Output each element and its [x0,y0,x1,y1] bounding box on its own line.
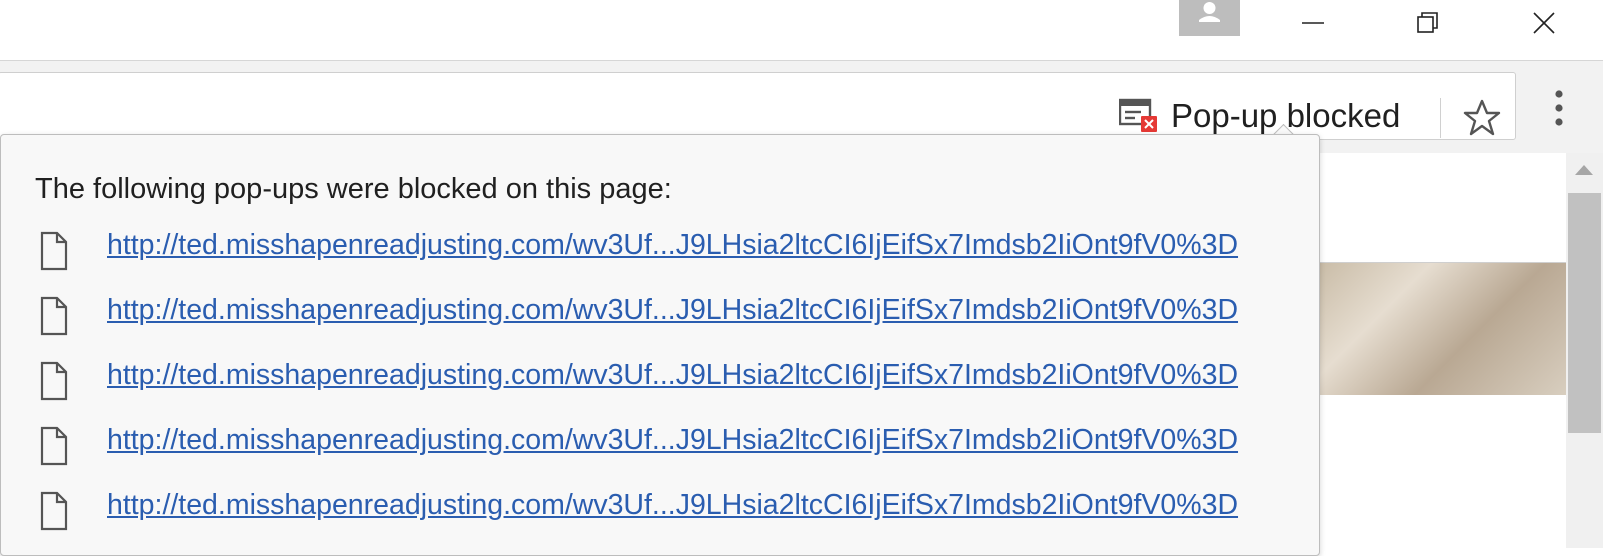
scroll-thumb[interactable] [1568,193,1601,433]
blocked-popup-link[interactable]: http://ted.misshapenreadjusting.com/wv3U… [107,229,1238,262]
document-icon [40,491,68,531]
omnibox-divider [1440,98,1441,138]
popup-blocked-chip[interactable]: Pop-up blocked [1119,97,1400,134]
blocked-popup-link[interactable]: http://ted.misshapenreadjusting.com/wv3U… [107,424,1238,457]
restore-icon [1417,12,1438,33]
list-item: http://ted.misshapenreadjusting.com/wv3U… [1,422,1319,487]
person-icon [1199,2,1220,22]
minimize-icon [1302,22,1324,24]
blocked-popup-link[interactable]: http://ted.misshapenreadjusting.com/wv3U… [107,489,1238,522]
popup-blocked-bubble: The following pop-ups were blocked on th… [0,134,1320,556]
list-item: http://ted.misshapenreadjusting.com/wv3U… [1,357,1319,422]
scroll-up-arrow-icon[interactable] [1574,163,1594,177]
restore-button[interactable] [1398,0,1458,46]
document-icon [40,361,68,401]
popup-blocked-icon [1119,98,1157,132]
star-icon [1463,99,1501,136]
more-vert-icon [1555,90,1563,126]
bubble-title: The following pop-ups were blocked on th… [35,173,672,205]
minimize-button[interactable] [1283,0,1343,46]
browser-menu-button[interactable] [1553,88,1565,133]
blocked-popup-link[interactable]: http://ted.misshapenreadjusting.com/wv3U… [107,359,1238,392]
page-image [1318,263,1566,395]
list-item: http://ted.misshapenreadjusting.com/wv3U… [1,487,1319,552]
document-icon [40,296,68,336]
vertical-scrollbar[interactable] [1566,153,1603,548]
bookmark-button[interactable] [1462,98,1502,143]
document-icon [40,426,68,466]
blocked-popup-link[interactable]: http://ted.misshapenreadjusting.com/wv3U… [107,294,1238,327]
document-icon [40,231,68,271]
profile-avatar[interactable] [1179,0,1240,36]
close-icon [1533,12,1555,34]
close-window-button[interactable] [1514,0,1574,46]
title-bar [0,0,1603,61]
list-item: http://ted.misshapenreadjusting.com/wv3U… [1,227,1319,292]
blocked-popup-list: http://ted.misshapenreadjusting.com/wv3U… [1,227,1319,552]
list-item: http://ted.misshapenreadjusting.com/wv3U… [1,292,1319,357]
